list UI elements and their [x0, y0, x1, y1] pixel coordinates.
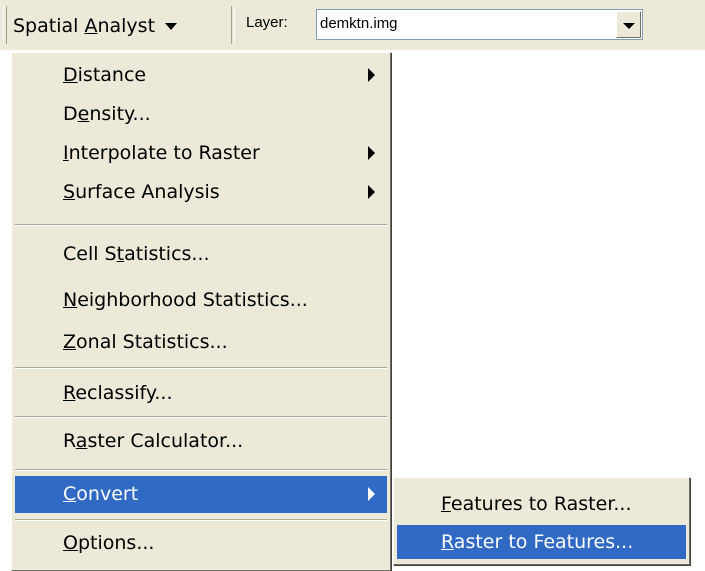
- menu-item-features-to-raster[interactable]: Features to Raster...: [397, 481, 686, 521]
- menu-item-distance[interactable]: Distance: [15, 56, 387, 95]
- menu-item-convert[interactable]: Convert: [15, 476, 387, 513]
- spatial-analyst-menu: Distance Density... Interpolate to Raste…: [11, 52, 391, 571]
- layer-dropdown-button[interactable]: [616, 11, 641, 38]
- menu-separator: [15, 519, 387, 521]
- menu-item-cell-statistics[interactable]: Cell Statistics...: [15, 233, 387, 276]
- layer-value: demktn.img: [320, 15, 398, 32]
- submenu-arrow-icon: [368, 185, 375, 199]
- chevron-down-icon: [623, 23, 635, 29]
- submenu-arrow-icon: [368, 68, 375, 82]
- toolbar-separator: [231, 6, 235, 44]
- menu-item-neighborhood-statistics[interactable]: Neighborhood Statistics...: [15, 278, 387, 322]
- menu-item-raster-calculator[interactable]: Raster Calculator...: [15, 419, 387, 463]
- menu-separator: [15, 469, 387, 471]
- convert-submenu: Features to Raster... Raster to Features…: [393, 477, 690, 565]
- menu-item-options[interactable]: Options...: [15, 522, 387, 564]
- spatial-analyst-toolbar: Spatial Analyst Layer: demktn.img: [0, 0, 705, 50]
- menu-item-raster-to-features[interactable]: Raster to Features...: [397, 525, 686, 559]
- menu-item-reclassify[interactable]: Reclassify...: [15, 372, 387, 414]
- spatial-analyst-label: Spatial Analyst: [13, 15, 156, 37]
- spatial-analyst-menu-button[interactable]: Spatial Analyst: [8, 6, 226, 46]
- menu-item-zonal-statistics[interactable]: Zonal Statistics...: [15, 322, 387, 362]
- layer-combobox[interactable]: demktn.img: [316, 9, 643, 40]
- menu-item-interpolate-to-raster[interactable]: Interpolate to Raster: [15, 134, 387, 173]
- menu-separator: [15, 224, 387, 226]
- toolbar-grip[interactable]: [3, 6, 7, 44]
- submenu-arrow-icon: [368, 487, 375, 501]
- menu-separator: [15, 416, 387, 418]
- menu-item-density[interactable]: Density...: [15, 95, 387, 134]
- menu-separator: [15, 367, 387, 369]
- layer-label: Layer:: [246, 14, 288, 31]
- menu-item-surface-analysis[interactable]: Surface Analysis: [15, 173, 387, 212]
- dropdown-arrow-icon: [165, 23, 178, 30]
- submenu-arrow-icon: [368, 146, 375, 160]
